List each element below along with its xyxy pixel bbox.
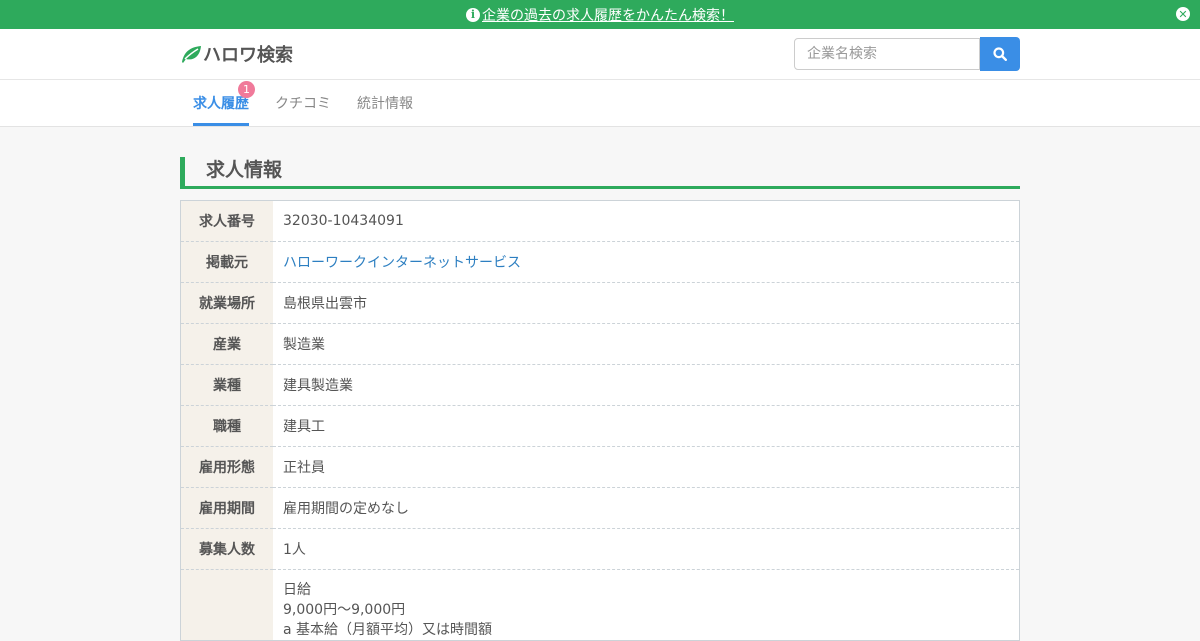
table-row: 雇用期間 雇用期間の定めなし <box>180 487 1020 529</box>
table-row: 就業場所 島根県出雲市 <box>180 282 1020 324</box>
section-title: 求人情報 <box>180 157 1020 189</box>
main-content: 求人情報 求人番号 32030-10434091 掲載元 ハローワークインターネ… <box>180 127 1020 641</box>
tab-label: 統計情報 <box>357 96 413 112</box>
row-label: 掲載元 <box>180 241 273 283</box>
tab-job-history[interactable]: 求人履歴 1 <box>193 80 255 126</box>
row-label: 職種 <box>180 405 273 447</box>
wage-type: 日給 <box>283 582 311 598</box>
row-value: 島根県出雲市 <box>273 282 1020 324</box>
tab-reviews[interactable]: クチコミ <box>275 80 331 126</box>
row-label: 求人番号 <box>180 200 273 242</box>
row-value: 正社員 <box>273 446 1020 488</box>
wage-range: 9,000円～9,000円 <box>283 602 406 618</box>
tab-statistics[interactable]: 統計情報 <box>357 80 413 126</box>
table-row: 雇用形態 正社員 <box>180 446 1020 488</box>
logo-text: ハロワ検索 <box>203 45 293 66</box>
row-value: 32030-10434091 <box>273 200 1020 242</box>
search-form <box>794 36 1020 71</box>
search-icon <box>993 46 1007 61</box>
table-row: 職種 建具工 <box>180 405 1020 447</box>
source-link[interactable]: ハローワークインターネットサービス <box>283 255 521 271</box>
table-row: 産業 製造業 <box>180 323 1020 365</box>
header: ハロワ検索 <box>0 29 1200 80</box>
tab-label: クチコミ <box>275 96 331 112</box>
row-label: 就業場所 <box>180 282 273 324</box>
table-row: 募集人数 1人 <box>180 528 1020 570</box>
row-label: 雇用形態 <box>180 446 273 488</box>
top-banner: i 企業の過去の求人履歴をかんたん検索！ ✕ <box>0 0 1200 29</box>
wage-note: a 基本給（月額平均）又は時間額 <box>283 622 493 638</box>
row-value: 建具製造業 <box>273 364 1020 406</box>
close-icon[interactable]: ✕ <box>1176 7 1190 21</box>
row-label: 募集人数 <box>180 528 273 570</box>
notification-badge: 1 <box>238 81 255 98</box>
tabs-bar: 求人履歴 1 クチコミ 統計情報 <box>0 80 1200 127</box>
table-row: 業種 建具製造業 <box>180 364 1020 406</box>
row-value: 製造業 <box>273 323 1020 365</box>
leaf-icon <box>182 46 201 63</box>
tabs: 求人履歴 1 クチコミ 統計情報 <box>180 80 1020 126</box>
table-row: 求人番号 32030-10434091 <box>180 200 1020 242</box>
banner-link[interactable]: 企業の過去の求人履歴をかんたん検索！ <box>482 5 734 25</box>
logo[interactable]: ハロワ検索 <box>180 41 293 67</box>
row-value: 1人 <box>273 528 1020 570</box>
search-input[interactable] <box>794 37 980 70</box>
row-label: 業種 <box>180 364 273 406</box>
info-icon: i <box>466 7 480 22</box>
job-info-table: 求人番号 32030-10434091 掲載元 ハローワークインターネットサービ… <box>180 200 1020 641</box>
row-label: 産業 <box>180 323 273 365</box>
table-row: 掲載元 ハローワークインターネットサービス <box>180 241 1020 283</box>
row-value-cell: ハローワークインターネットサービス <box>273 241 1020 283</box>
row-value: 建具工 <box>273 405 1020 447</box>
search-button[interactable] <box>980 36 1020 71</box>
row-value: 雇用期間の定めなし <box>273 487 1020 529</box>
row-label: 雇用期間 <box>180 487 273 529</box>
